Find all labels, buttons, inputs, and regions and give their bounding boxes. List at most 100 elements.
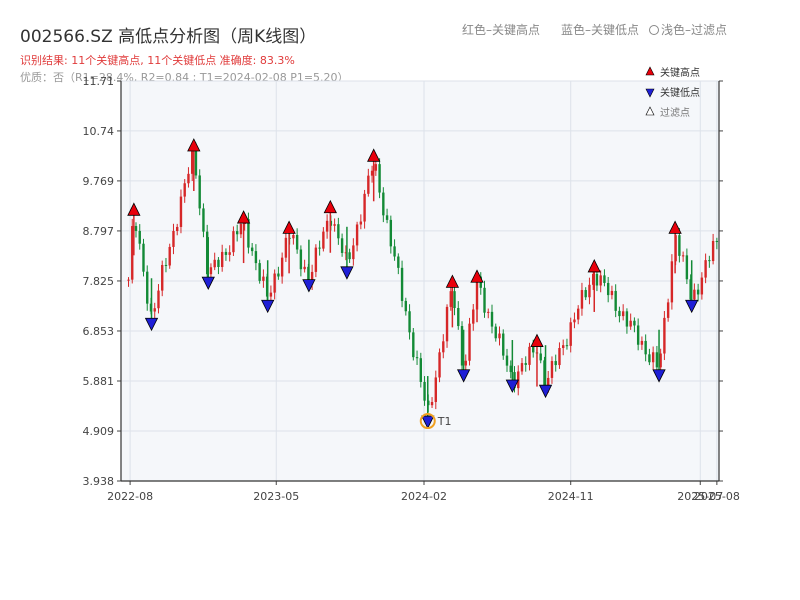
candle-body — [299, 249, 303, 270]
candle-body — [457, 307, 460, 327]
candle-body — [280, 257, 284, 277]
candle-body — [235, 231, 239, 235]
candle-body — [558, 348, 561, 366]
candle-body — [648, 354, 651, 363]
candle-body — [127, 279, 130, 281]
candle-body — [681, 255, 685, 257]
candle-body — [239, 224, 243, 235]
candle-body — [161, 264, 164, 291]
x-tick-label: 2025-08 — [694, 490, 740, 503]
candle-body — [370, 170, 374, 176]
candle-body — [393, 246, 396, 257]
candle-body — [539, 353, 542, 361]
candle-body — [633, 320, 636, 326]
candle-body — [400, 267, 404, 301]
y-tick-label: 7.825 — [83, 275, 115, 288]
candle-body — [423, 381, 426, 401]
candle-body — [367, 175, 370, 194]
candle-body — [232, 231, 235, 253]
candle-body — [157, 290, 160, 309]
candle-body — [217, 259, 220, 267]
candle-body — [325, 220, 329, 232]
candle-body — [614, 290, 617, 311]
candle-body — [404, 300, 408, 312]
candle-body — [382, 192, 385, 216]
y-tick-label: 10.74 — [83, 125, 115, 138]
candle-body — [202, 208, 205, 232]
candle-body — [442, 341, 445, 353]
candle-body — [415, 357, 419, 359]
candle-body — [670, 261, 674, 303]
candle-body — [584, 290, 587, 298]
candle-body — [318, 247, 321, 249]
candle-body — [292, 234, 295, 239]
y-tick-label: 9.769 — [83, 175, 115, 188]
candle-body — [685, 255, 689, 280]
candle-body — [284, 237, 288, 258]
t1-label: T1 — [437, 415, 452, 428]
candle-body — [179, 196, 183, 227]
candle-body — [606, 282, 610, 296]
candle-body — [194, 148, 198, 176]
candle-body — [355, 224, 359, 246]
candle-body — [562, 345, 565, 349]
candle-body — [599, 275, 602, 286]
candle-body — [142, 243, 145, 272]
candle-body — [666, 302, 670, 318]
y-tick-label: 3.938 — [83, 475, 115, 488]
x-tick-label: 2022-08 — [107, 490, 153, 503]
candle-body — [711, 240, 715, 262]
candle-body — [573, 319, 576, 323]
candle-body — [453, 291, 456, 308]
candle-body — [131, 226, 134, 280]
candle-body — [434, 377, 437, 402]
candle-body — [468, 323, 471, 361]
candle-body — [168, 246, 171, 266]
candle-body — [663, 317, 666, 354]
candle-body — [191, 148, 194, 174]
legend-filtered-label: 过滤点 — [660, 106, 690, 119]
candle-body — [700, 277, 704, 295]
candle-body — [528, 346, 531, 365]
candle-body — [678, 235, 681, 256]
candle-body — [277, 273, 280, 277]
candle-body — [269, 292, 273, 297]
candle-body — [224, 251, 228, 255]
candle-body — [146, 271, 149, 304]
candle-body — [250, 247, 254, 252]
y-tick-label: 5.881 — [83, 375, 115, 388]
candle-body — [164, 264, 168, 266]
y-tick-label: 6.853 — [83, 325, 115, 338]
candle-body — [696, 289, 700, 295]
candle-body — [569, 322, 572, 346]
x-tick-label: 2024-02 — [401, 490, 447, 503]
candle-body — [228, 252, 231, 255]
candle-body — [610, 290, 614, 296]
legend-low-label: 关键低点 — [660, 86, 700, 99]
candle-body — [262, 276, 265, 281]
candle-body — [254, 251, 258, 264]
candle-body — [588, 284, 591, 298]
candle-body — [640, 340, 644, 345]
candle-body — [629, 320, 632, 327]
candle-body — [412, 332, 415, 358]
candle-body — [213, 259, 216, 268]
candle-body — [659, 353, 662, 368]
candle-body — [314, 247, 318, 272]
candle-body — [340, 238, 344, 253]
candle-body — [438, 352, 441, 378]
candle-body — [509, 365, 512, 373]
candle-body — [621, 311, 625, 317]
candle-body — [708, 260, 711, 262]
candlestick-chart: T1 3.938 4.909 5.881 6.853 7.825 8.797 9.769 10… — [83, 66, 740, 503]
candle-body — [363, 193, 366, 222]
candle-body — [651, 352, 655, 363]
candle-body — [322, 231, 325, 249]
candle-body — [389, 219, 393, 247]
candle-body — [333, 224, 336, 226]
candle-body — [397, 256, 400, 268]
candle-body — [172, 230, 175, 247]
candle-body — [693, 289, 696, 300]
candle-body — [273, 273, 276, 293]
candle-body — [352, 245, 355, 260]
